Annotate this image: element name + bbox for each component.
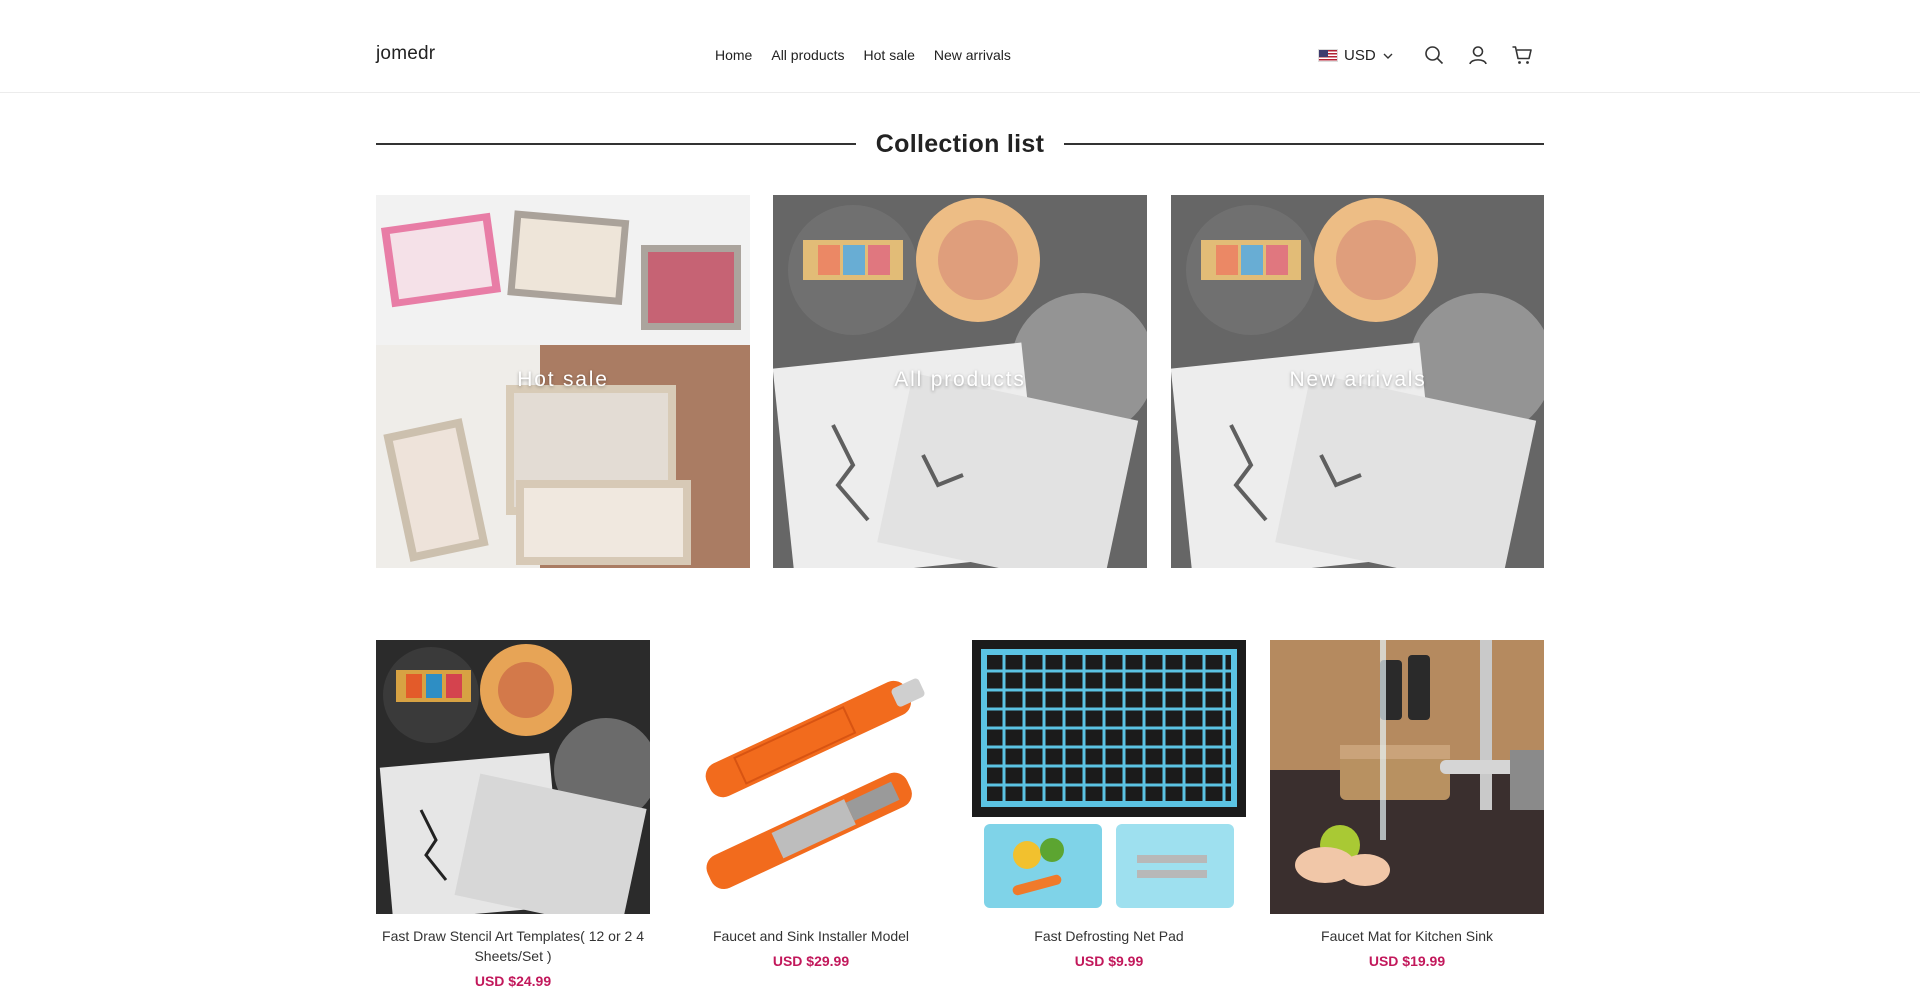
collection-label: New arrivals (1289, 368, 1427, 391)
search-icon[interactable] (1423, 44, 1445, 66)
product-card-stencil-templates[interactable]: Fast Draw Stencil Art Templates( 12 or 2… (376, 640, 650, 989)
collection-label: Hot sale (517, 368, 609, 391)
product-image (1270, 640, 1544, 914)
collection-card-all-products[interactable]: All products (773, 195, 1147, 568)
product-name[interactable]: Faucet Mat for Kitchen Sink (1270, 926, 1544, 946)
product-image (972, 640, 1246, 914)
us-flag-icon (1318, 49, 1338, 62)
divider-line-left (376, 143, 856, 145)
product-card-defrosting-net-pad[interactable]: Fast Defrosting Net Pad USD $9.99 (972, 640, 1246, 969)
product-price: USD $29.99 (772, 953, 850, 969)
user-icon[interactable] (1467, 44, 1489, 66)
currency-selector[interactable]: USD (1318, 47, 1394, 64)
product-name[interactable]: Fast Defrosting Net Pad (972, 926, 1246, 946)
product-price: USD $9.99 (1074, 953, 1144, 969)
nav-home[interactable]: Home (715, 47, 752, 63)
product-card-faucet-installer[interactable]: Faucet and Sink Installer Model USD $29.… (674, 640, 948, 969)
nav-new-arrivals[interactable]: New arrivals (934, 47, 1011, 63)
product-name[interactable]: Faucet and Sink Installer Model (674, 926, 948, 946)
collection-label: All products (894, 368, 1026, 391)
cart-icon[interactable] (1511, 44, 1533, 66)
collection-card-hot-sale[interactable]: Hot sale (376, 195, 750, 568)
product-image (376, 640, 650, 914)
collection-list-heading: Collection list (376, 127, 1544, 161)
section-title: Collection list (875, 129, 1045, 158)
nav-all-products[interactable]: All products (771, 47, 844, 63)
divider-line-right (1064, 143, 1544, 145)
nav-hot-sale[interactable]: Hot sale (864, 47, 915, 63)
site-header: jomedr Home All products Hot sale New ar… (0, 0, 1920, 93)
collection-card-new-arrivals[interactable]: New arrivals (1171, 195, 1545, 568)
product-price: USD $19.99 (1368, 953, 1446, 969)
product-price: USD $24.99 (474, 973, 552, 989)
currency-label: USD (1344, 47, 1376, 64)
product-card-faucet-mat[interactable]: Faucet Mat for Kitchen Sink USD $19.99 (1270, 640, 1544, 969)
product-image (674, 640, 948, 914)
site-logo[interactable]: jomedr (376, 43, 435, 65)
product-name[interactable]: Fast Draw Stencil Art Templates( 12 or 2… (376, 926, 650, 966)
chevron-down-icon (1383, 53, 1393, 59)
main-nav: Home All products Hot sale New arrivals (715, 47, 1011, 63)
